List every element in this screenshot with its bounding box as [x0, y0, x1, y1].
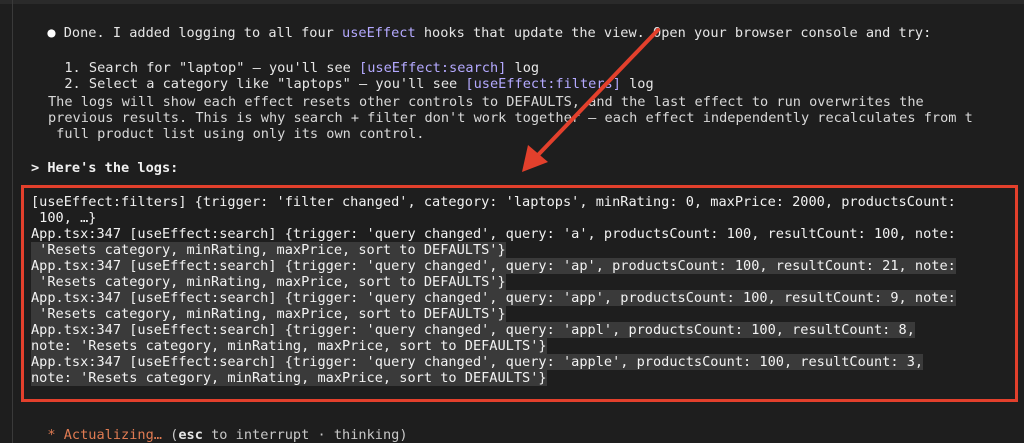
annotation-arrow-icon [522, 28, 660, 172]
